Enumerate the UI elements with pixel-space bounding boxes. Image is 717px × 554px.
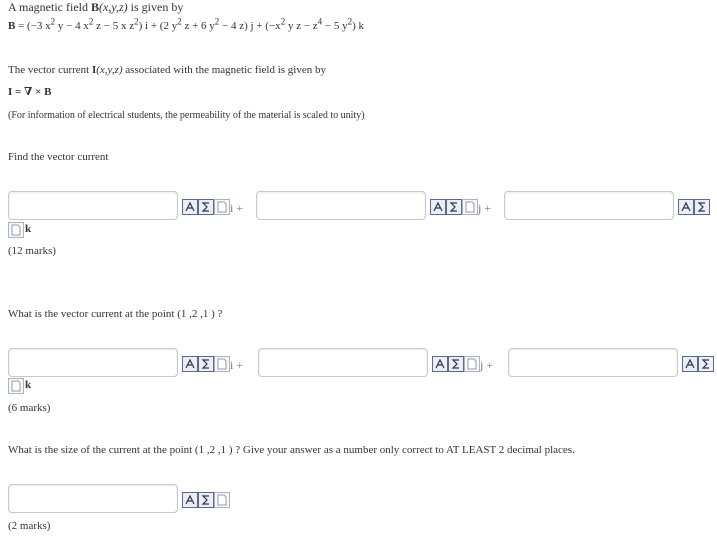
curl-formula: I = ∇ × B — [8, 86, 52, 98]
formula-preview-icon[interactable] — [182, 356, 198, 372]
b-field-formula: B = (−3 x2 y − 4 x2 z − 5 x z2) i + (2 y… — [8, 17, 365, 32]
page-icon[interactable] — [214, 356, 230, 372]
q1-prompt: Find the vector current — [8, 151, 109, 163]
q2-i-component-input[interactable] — [8, 348, 178, 377]
q1-marks: (12 marks) — [8, 245, 56, 257]
formula-preview-icon[interactable] — [182, 492, 198, 508]
sigma-icon[interactable] — [446, 199, 462, 215]
current-def-prefix: The vector current — [8, 64, 92, 76]
q3-prompt: What is the size of the current at the p… — [8, 444, 575, 456]
sigma-icon[interactable] — [698, 356, 714, 372]
formula-preview-icon[interactable] — [182, 199, 198, 215]
formula-preview-icon[interactable] — [682, 356, 698, 372]
current-args: (x,y,z) — [96, 64, 123, 76]
b-term: − 5 y — [322, 20, 348, 32]
b-term: = (−3 x — [15, 20, 51, 32]
q1-j-component-input[interactable] — [256, 191, 426, 220]
field-def-suffix: is given by — [127, 0, 184, 14]
permeability-note: (For information of electrical students,… — [8, 110, 365, 121]
q3-magnitude-input[interactable] — [8, 484, 178, 513]
formula-preview-icon[interactable] — [678, 199, 694, 215]
j-unit-label: j + — [478, 201, 492, 215]
formula-preview-icon[interactable] — [432, 356, 448, 372]
q2-k-component-input[interactable] — [508, 348, 678, 377]
field-definition-line: A magnetic field B(x,y,z) is given by — [8, 0, 183, 15]
q2-j-component-input[interactable] — [258, 348, 428, 377]
q1-k-component-input[interactable] — [504, 191, 674, 220]
sigma-icon[interactable] — [694, 199, 710, 215]
b-term: ) i + (2 y — [138, 20, 178, 32]
b-term: z − 5 x z — [93, 20, 135, 32]
q2-prompt: What is the vector current at the point … — [8, 308, 223, 320]
b-term: y − 4 x — [55, 20, 89, 32]
j-unit-label: j + — [480, 358, 494, 372]
page-icon[interactable] — [214, 492, 230, 508]
current-def-suffix: associated with the magnetic field is gi… — [122, 64, 326, 76]
k-unit-label: k — [25, 223, 32, 235]
b-term: ) k — [352, 20, 365, 32]
b-term: y z − z — [285, 20, 318, 32]
i-unit-label: i + — [230, 358, 244, 372]
field-symbol: B — [90, 0, 99, 14]
q2-marks: (6 marks) — [8, 402, 51, 414]
current-definition-line: The vector current I(x,y,z) associated w… — [8, 64, 326, 76]
field-args: (x,y,z) — [99, 0, 128, 14]
page-icon[interactable] — [214, 199, 230, 215]
q1-i-component-input[interactable] — [8, 191, 178, 220]
page-icon[interactable] — [8, 222, 24, 238]
sigma-icon[interactable] — [198, 356, 214, 372]
page-icon[interactable] — [8, 378, 24, 394]
k-unit-label: k — [25, 379, 32, 391]
field-def-prefix: A magnetic field — [8, 0, 91, 14]
formula-preview-icon[interactable] — [430, 199, 446, 215]
sigma-icon[interactable] — [198, 199, 214, 215]
b-term: z + 6 y — [181, 20, 215, 32]
page-icon[interactable] — [462, 199, 478, 215]
sigma-icon[interactable] — [198, 492, 214, 508]
b-term: − 4 z) j + (−x — [219, 20, 281, 32]
q3-marks: (2 marks) — [8, 520, 51, 532]
sigma-icon[interactable] — [448, 356, 464, 372]
i-unit-label: i + — [230, 201, 244, 215]
page-icon[interactable] — [464, 356, 480, 372]
